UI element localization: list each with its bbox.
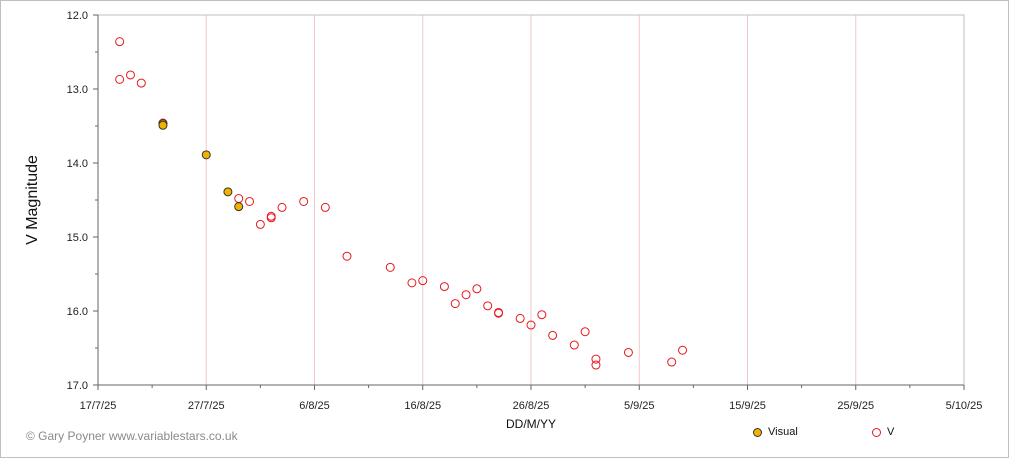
data-point-v [407, 278, 417, 288]
data-point-v [591, 360, 601, 370]
x-tick-label: 16/8/25 [404, 400, 441, 412]
data-point-v [483, 301, 493, 311]
data-points [115, 37, 688, 370]
data-point-v [515, 313, 525, 323]
y-axis-title: V Magnitude [24, 155, 41, 245]
y-tick-label: 14.0 [67, 158, 88, 170]
y-tick-label: 13.0 [67, 84, 88, 96]
data-point-v [472, 284, 482, 294]
copyright-credit: © Gary Poyner www.variablestars.co.uk [26, 429, 238, 443]
legend-label-v: V [887, 426, 895, 438]
x-tick-label: 5/9/25 [624, 400, 655, 412]
data-point-v [678, 345, 688, 355]
y-tick-label: 16.0 [67, 306, 88, 318]
data-point-v [461, 290, 471, 300]
data-point-visual [234, 202, 244, 212]
data-point-visual [158, 120, 168, 130]
data-point-v [234, 194, 244, 204]
data-point-v [136, 78, 146, 88]
x-tick-label: 25/9/25 [837, 400, 874, 412]
y-tick-label: 15.0 [67, 232, 88, 244]
x-tick-label: 17/7/25 [80, 400, 117, 412]
legend-item-visual: Visual [753, 424, 798, 440]
x-tick-label: 6/8/25 [299, 400, 330, 412]
y-tick-label: 12.0 [67, 10, 88, 22]
legend-label-visual: Visual [768, 426, 798, 438]
data-point-v [115, 74, 125, 84]
data-point-v [385, 262, 395, 272]
data-point-v [450, 299, 460, 309]
data-point-visual [223, 187, 233, 197]
data-point-v [623, 347, 633, 357]
tick-labels: 17/7/25 27/7/25 6/8/25 16/8/25 26/8/25 5/9/25… [67, 10, 983, 412]
legend-item-v: V [872, 424, 894, 440]
data-point-v [537, 310, 547, 320]
light-curve-chart: 17/7/25 27/7/25 6/8/25 16/8/25 26/8/25 5/9/25… [24, 10, 983, 431]
axes [93, 14, 965, 390]
data-point-v [245, 196, 255, 206]
data-point-v [569, 340, 579, 350]
data-point-v [125, 70, 135, 80]
data-point-v [277, 202, 287, 212]
x-tick-label: 15/9/25 [729, 400, 766, 412]
data-point-v [548, 330, 558, 340]
data-point-v [439, 282, 449, 292]
data-point-visual [201, 150, 211, 160]
data-point-v [115, 37, 125, 47]
legend-marker-visual [753, 427, 762, 437]
legend-marker-v [872, 427, 881, 437]
data-point-v [299, 196, 309, 206]
x-axis-title: DD/M/YY [506, 417, 556, 431]
x-tick-label: 5/10/25 [946, 400, 983, 412]
data-point-v [580, 327, 590, 337]
y-tick-label: 17.0 [67, 380, 88, 392]
x-tick-label: 26/8/25 [513, 400, 550, 412]
x-tick-label: 27/7/25 [188, 400, 225, 412]
data-point-v [342, 251, 352, 261]
data-point-v [320, 202, 330, 212]
data-point-v [667, 357, 677, 367]
data-point-v [255, 219, 265, 229]
